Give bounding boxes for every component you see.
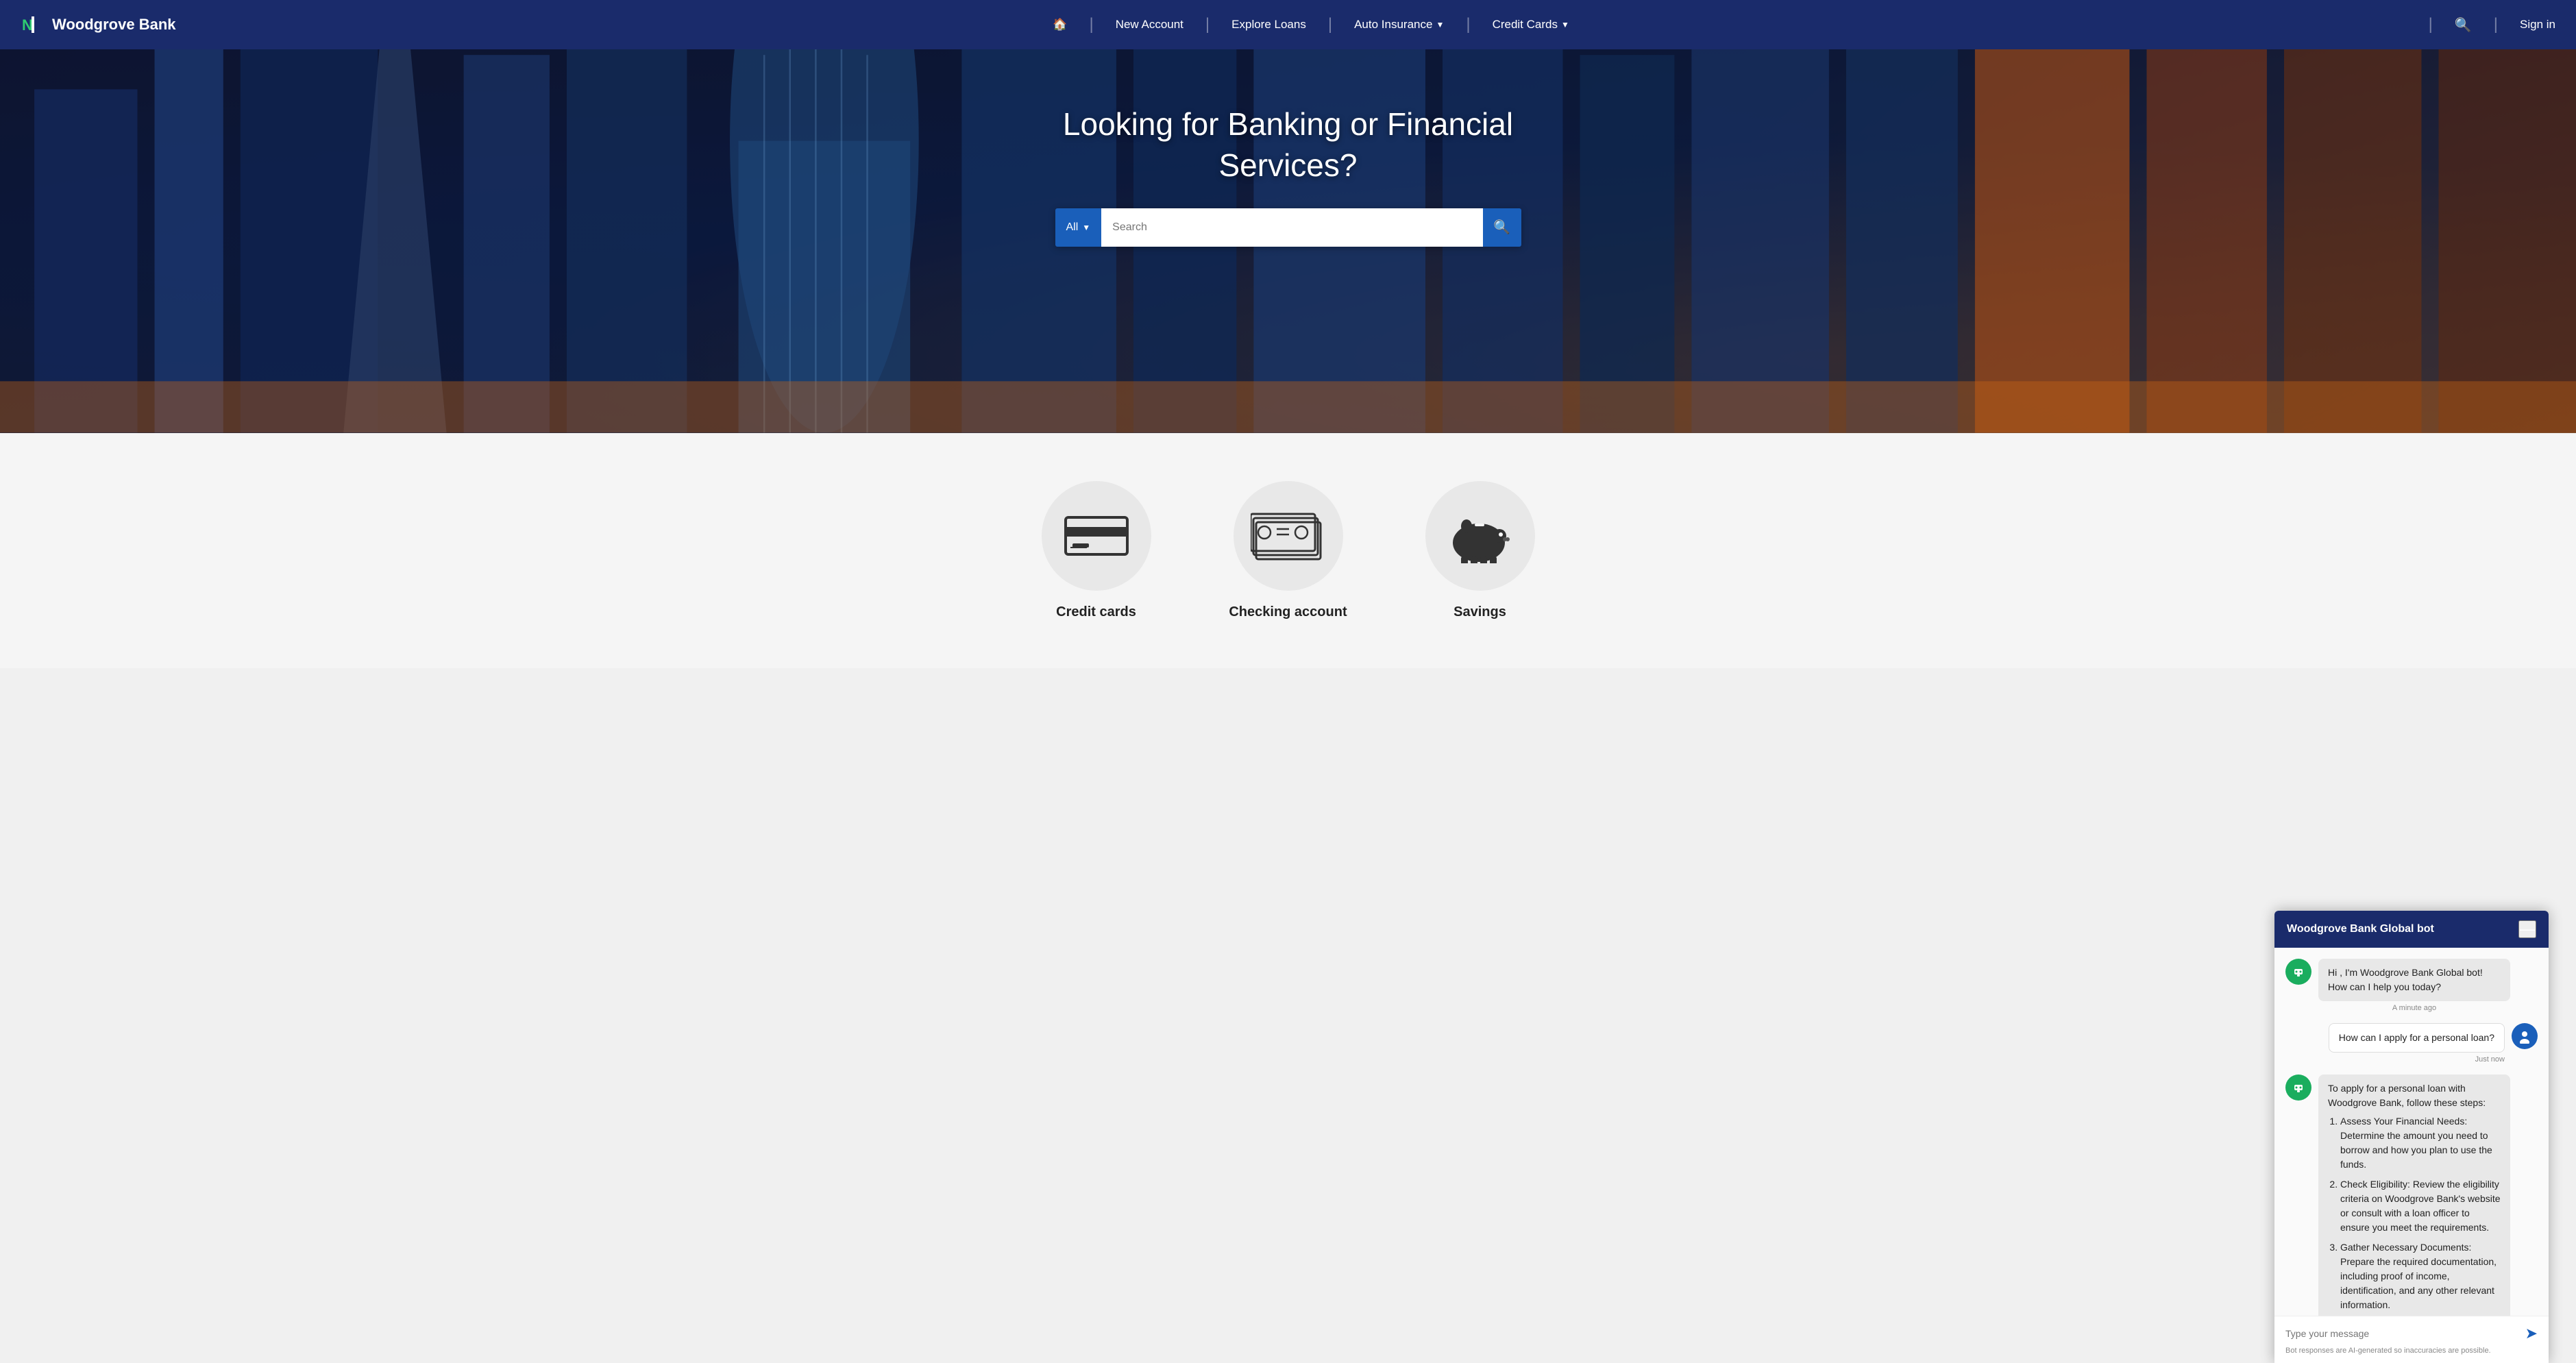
bot-icon-2 (2291, 1080, 2306, 1095)
service-credit-cards[interactable]: Credit cards (1001, 467, 1192, 634)
nav-divider-5: | (2429, 15, 2433, 34)
credit-card-icon-wrap (1042, 481, 1151, 591)
search-dropdown[interactable]: All ▼ (1055, 208, 1102, 247)
navbar: N Woodgrove Bank 🏠 | New Account | Explo… (0, 0, 2576, 49)
service-checking[interactable]: Checking account (1192, 467, 1384, 634)
bot-message-text-2: To apply for a personal loan with Woodgr… (2328, 1081, 2501, 1110)
savings-icon-wrap (1425, 481, 1535, 591)
chatbot-header: Woodgrove Bank Global bot — (2274, 911, 2549, 948)
user-message-time-1: Just now (2329, 1055, 2505, 1064)
bot-icon (2291, 964, 2306, 979)
brand[interactable]: N Woodgrove Bank (21, 12, 176, 37)
credit-card-icon (1062, 512, 1131, 560)
search-bar: All ▼ 🔍 (1055, 208, 1521, 247)
nav-credit-cards[interactable]: Credit Cards ▼ (1480, 18, 1582, 32)
nav-divider-1: | (1089, 15, 1093, 34)
chatbot-input-row: ➤ (2285, 1325, 2538, 1342)
search-dropdown-label: All (1066, 221, 1079, 234)
bot-message-time-1: A minute ago (2318, 1004, 2510, 1012)
bot-message-bubble-1: Hi , I'm Woodgrove Bank Global bot! How … (2318, 959, 2510, 1012)
send-icon: ➤ (2525, 1325, 2538, 1342)
credit-cards-chevron-icon: ▼ (1561, 20, 1569, 29)
bot-message-list: Assess Your Financial Needs: Determine t… (2328, 1114, 2501, 1316)
nav-new-account[interactable]: New Account (1103, 18, 1196, 32)
hero-content: Looking for Banking or Financial Service… (0, 49, 2576, 247)
bot-message-text-1: Hi , I'm Woodgrove Bank Global bot! How … (2318, 959, 2510, 1001)
nav-divider-6: | (2494, 15, 2498, 34)
nav-explore-loans[interactable]: Explore Loans (1219, 18, 1318, 32)
chatbot-minimize-button[interactable]: — (2518, 920, 2536, 938)
bot-list-item-1: Assess Your Financial Needs: Determine t… (2340, 1114, 2501, 1172)
nav-divider-3: | (1328, 15, 1332, 34)
chatbot-message-bot-2: To apply for a personal loan with Woodgr… (2285, 1075, 2538, 1316)
piggy-bank-icon (1446, 508, 1514, 563)
bot-list-item-3: Gather Necessary Documents: Prepare the … (2340, 1240, 2501, 1312)
search-nav-icon[interactable]: 🔍 (2455, 16, 2472, 34)
brand-name: Woodgrove Bank (52, 16, 176, 34)
user-avatar-1 (2512, 1023, 2538, 1049)
bot-avatar-1 (2285, 959, 2311, 985)
bot-message-bubble-2: To apply for a personal loan with Woodgr… (2318, 1075, 2510, 1316)
nav-divider-2: | (1205, 15, 1210, 34)
hero-section: Looking for Banking or Financial Service… (0, 49, 2576, 433)
chatbot-message-user-1: How can I apply for a personal loan? Jus… (2285, 1023, 2538, 1064)
auto-insurance-chevron-icon: ▼ (1436, 20, 1444, 29)
chatbot-title: Woodgrove Bank Global bot (2287, 923, 2434, 935)
chatbot-messages: Hi , I'm Woodgrove Bank Global bot! How … (2274, 948, 2549, 1316)
checking-label: Checking account (1229, 604, 1347, 620)
chatbot-disclaimer: Bot responses are AI-generated so inaccu… (2285, 1347, 2538, 1355)
nav-icon-group: | 🔍 | Sign in (2419, 15, 2555, 34)
savings-label: Savings (1453, 604, 1506, 620)
checking-account-icon (1251, 508, 1326, 563)
credit-cards-label: Credit cards (1056, 604, 1136, 620)
service-savings[interactable]: Savings (1384, 467, 1576, 634)
user-message-bubble-1: How can I apply for a personal loan? Jus… (2329, 1023, 2505, 1064)
bot-list-item-2: Check Eligibility: Review the eligibilit… (2340, 1177, 2501, 1235)
chatbot-send-button[interactable]: ➤ (2525, 1325, 2538, 1342)
signin-button[interactable]: Sign in (2520, 18, 2555, 32)
chatbot-panel: Woodgrove Bank Global bot — Hi , I'm Woo… (2274, 911, 2549, 1363)
nav-home[interactable]: 🏠 (1040, 18, 1079, 32)
search-button-icon: 🔍 (1493, 219, 1510, 236)
search-dropdown-chevron-icon: ▼ (1082, 223, 1090, 232)
chatbot-footer: ➤ Bot responses are AI-generated so inac… (2274, 1316, 2549, 1363)
user-icon (2517, 1029, 2532, 1044)
checking-icon-wrap (1234, 481, 1343, 591)
search-button[interactable]: 🔍 (1483, 208, 1521, 247)
brand-logo-icon: N (21, 12, 45, 37)
svg-text:N: N (22, 16, 33, 34)
nav-auto-insurance[interactable]: Auto Insurance ▼ (1342, 18, 1456, 32)
nav-divider-4: | (1466, 15, 1470, 34)
services-section: Credit cards Checking account (0, 433, 2576, 668)
search-input[interactable] (1101, 208, 1482, 247)
hero-title: Looking for Banking or Financial Service… (1063, 104, 1513, 186)
chatbot-input[interactable] (2285, 1328, 2518, 1339)
nav-links: 🏠 | New Account | Explore Loans | Auto I… (204, 15, 2419, 34)
user-message-text-1: How can I apply for a personal loan? (2329, 1023, 2505, 1053)
bot-avatar-2 (2285, 1075, 2311, 1101)
home-icon: 🏠 (1053, 18, 1067, 32)
chatbot-message-bot-1: Hi , I'm Woodgrove Bank Global bot! How … (2285, 959, 2538, 1012)
